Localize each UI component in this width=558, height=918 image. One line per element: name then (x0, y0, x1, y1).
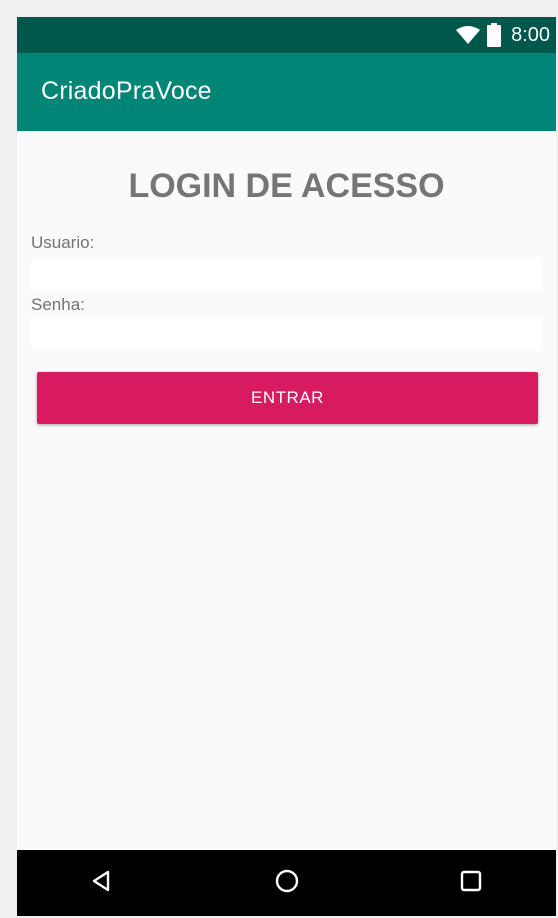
app-title: CriadoPraVoce (41, 77, 212, 105)
home-button[interactable] (247, 850, 327, 916)
status-icons: 8:00 (455, 17, 550, 53)
status-bar: 8:00 (17, 17, 556, 53)
device-screen: 8:00 CriadoPraVoce LOGIN DE ACESSO Usuar… (17, 17, 556, 916)
password-field[interactable] (31, 318, 541, 351)
battery-icon (487, 23, 502, 47)
navigation-bar (17, 850, 556, 916)
username-field[interactable] (31, 257, 541, 290)
back-icon (89, 869, 113, 898)
app-bar: CriadoPraVoce (17, 53, 556, 131)
login-button[interactable]: ENTRAR (37, 372, 538, 424)
login-form: LOGIN DE ACESSO Usuario: Senha: ENTRAR (17, 131, 556, 850)
home-icon (274, 868, 300, 899)
wifi-icon (455, 25, 481, 45)
back-button[interactable] (61, 850, 141, 916)
page-title: LOGIN DE ACESSO (128, 167, 445, 205)
recents-icon (459, 869, 483, 898)
recents-button[interactable] (431, 850, 511, 916)
password-label: Senha: (31, 295, 85, 314)
username-label: Usuario: (31, 233, 95, 252)
status-time: 8:00 (511, 23, 550, 46)
